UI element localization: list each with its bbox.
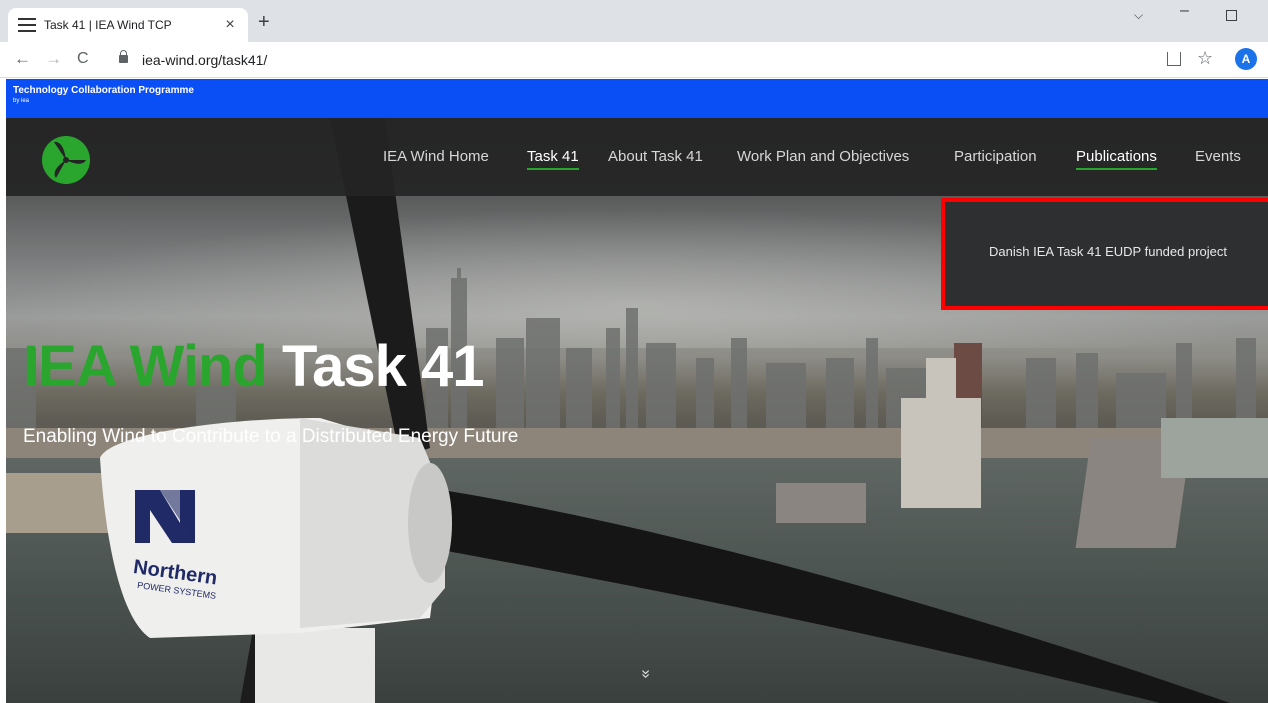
bookmark-star-icon[interactable]: ☆: [1197, 48, 1213, 69]
hamburger-favicon-icon: [18, 18, 36, 32]
forward-button[interactable]: →: [45, 50, 62, 68]
tab-close-icon[interactable]: ×: [222, 16, 238, 34]
address-bar[interactable]: iea-wind.org/task41/: [142, 52, 267, 68]
nav-participation[interactable]: Participation: [954, 148, 1037, 165]
tcp-banner-title: Technology Collaboration Programme: [13, 85, 194, 96]
site-navbar: IEA Wind Home Task 41 About Task 41 Work…: [6, 118, 1268, 196]
nav-task-41[interactable]: Task 41: [527, 148, 579, 170]
browser-toolbar: ← → C iea-wind.org/task41/ ☆ A: [0, 42, 1268, 78]
nav-events[interactable]: Events: [1195, 148, 1241, 165]
hero-title: IEA Wind Task 41: [23, 334, 485, 399]
tab-search-chevron-icon[interactable]: ⌵: [1134, 8, 1143, 23]
reload-button[interactable]: C: [77, 50, 89, 68]
profile-avatar[interactable]: A: [1235, 48, 1257, 70]
hero-title-white: Task 41: [281, 334, 485, 399]
publications-dropdown: Danish IEA Task 41 EUDP funded project: [941, 198, 1268, 310]
iea-wind-logo-icon[interactable]: [42, 136, 90, 184]
browser-tabstrip: Task 41 | IEA Wind TCP × + ⌵ –: [0, 0, 1268, 42]
nav-iea-wind-home[interactable]: IEA Wind Home: [383, 148, 489, 165]
nav-work-plan[interactable]: Work Plan and Objectives: [737, 148, 909, 165]
window-maximize-button[interactable]: [1226, 10, 1237, 21]
dropdown-item-danish-eudp-project[interactable]: Danish IEA Task 41 EUDP funded project: [989, 244, 1227, 259]
window-minimize-button[interactable]: –: [1180, 2, 1189, 20]
nav-publications[interactable]: Publications: [1076, 148, 1157, 170]
share-icon[interactable]: [1167, 52, 1181, 66]
lock-icon[interactable]: [119, 50, 128, 63]
hero-subtitle: Enabling Wind to Contribute to a Distrib…: [23, 426, 519, 447]
scroll-down-chevron-icon[interactable]: »: [637, 670, 654, 679]
tab-title: Task 41 | IEA Wind TCP: [44, 18, 172, 32]
back-button[interactable]: ←: [14, 50, 31, 68]
tcp-banner[interactable]: Technology Collaboration Programme by ie…: [6, 79, 1268, 118]
hero-title-green: IEA Wind: [23, 334, 268, 399]
tcp-banner-subtitle: by iea: [13, 98, 30, 104]
new-tab-button[interactable]: +: [258, 12, 270, 32]
nav-about-task-41[interactable]: About Task 41: [608, 148, 703, 165]
browser-tab[interactable]: Task 41 | IEA Wind TCP ×: [8, 8, 248, 42]
